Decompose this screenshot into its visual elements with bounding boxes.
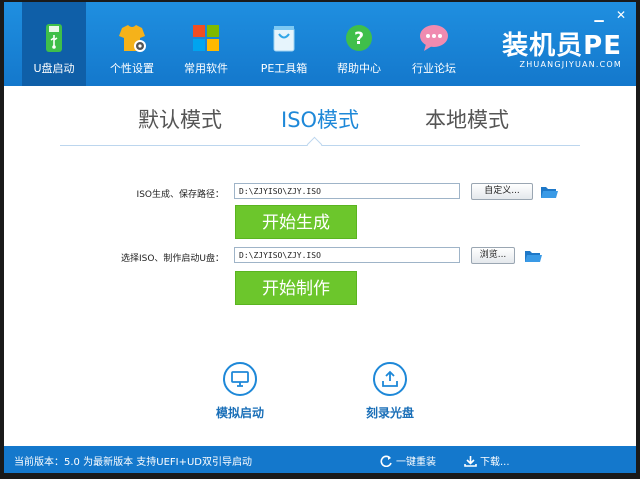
burn-disc-action[interactable]: 刻录光盘 (350, 362, 430, 421)
tab-default-mode[interactable]: 默认模式 (138, 104, 222, 134)
nav-item-pe-toolbox[interactable]: PE工具箱 (252, 2, 316, 86)
nav-item-forum[interactable]: 行业论坛 (402, 2, 466, 86)
simulate-boot-label: 模拟启动 (215, 406, 264, 420)
shopping-bag-icon (268, 22, 300, 54)
monitor-icon (223, 362, 257, 396)
iso-path-label: ISO生成、保存路径： (136, 190, 224, 200)
folder-open-icon[interactable] (524, 248, 542, 262)
mode-tabs: 默认模式 ISO模式 本地模式 (4, 86, 636, 153)
windows-tiles-icon (190, 22, 222, 54)
help-icon: ? (343, 22, 375, 54)
version-status: 当前版本：5.0 为最新版本 支持UEFI+UD双引导启动 (14, 457, 252, 468)
nav-label: 个性设置 (110, 62, 154, 75)
nav-label: 常用软件 (184, 62, 228, 75)
browse-button[interactable]: 浏览... (471, 247, 515, 264)
download-icon (464, 456, 477, 467)
close-button[interactable]: ✕ (614, 8, 628, 22)
status-bar: 当前版本：5.0 为最新版本 支持UEFI+UD双引导启动 一键重装 下载... (4, 446, 636, 473)
simulate-boot-action[interactable]: 模拟启动 (200, 362, 280, 421)
nav-label: 行业论坛 (412, 62, 456, 75)
top-nav-bar: U盘启动 个性设置 常用软件 PE工具箱 ? 帮助中心 行业论坛 ▁ ✕ 装机员… (4, 2, 636, 86)
usb-iso-label: 选择ISO、制作启动U盘： (120, 254, 224, 264)
minimize-button[interactable]: ▁ (592, 8, 606, 22)
one-click-reinstall-link[interactable]: 一键重装 (380, 453, 436, 468)
download-link[interactable]: 下载... (464, 453, 510, 468)
nav-label: 帮助中心 (337, 62, 381, 75)
start-generate-button[interactable]: 开始生成 (235, 205, 357, 239)
nav-label: U盘启动 (33, 62, 75, 75)
usb-iso-path-input[interactable] (234, 247, 460, 263)
start-make-button[interactable]: 开始制作 (235, 271, 357, 305)
active-tab-indicator (306, 136, 323, 153)
nav-item-help-center[interactable]: ? 帮助中心 (327, 2, 391, 86)
tab-local-mode[interactable]: 本地模式 (425, 104, 509, 134)
app-window: U盘启动 个性设置 常用软件 PE工具箱 ? 帮助中心 行业论坛 ▁ ✕ 装机员… (4, 2, 636, 473)
chat-bubble-icon (418, 22, 450, 54)
iso-path-input[interactable] (234, 183, 460, 199)
brand-logo: 装机员PE ZHUANGJIYUAN.COM (502, 32, 622, 69)
custom-path-button[interactable]: 自定义... (471, 183, 533, 200)
nav-label: PE工具箱 (260, 62, 308, 75)
tab-iso-mode[interactable]: ISO模式 (281, 104, 359, 134)
svg-text:?: ? (354, 29, 364, 49)
refresh-icon (380, 455, 392, 468)
nav-item-usb-boot[interactable]: U盘启动 (22, 2, 86, 86)
tshirt-gear-icon (116, 22, 148, 54)
brand-domain: ZHUANGJIYUAN.COM (519, 60, 622, 69)
brand-name: 装机员PE (502, 31, 622, 61)
folder-open-icon[interactable] (540, 184, 558, 198)
nav-item-common-software[interactable]: 常用软件 (174, 2, 238, 86)
burn-disc-label: 刻录光盘 (365, 406, 414, 420)
reinstall-label: 一键重装 (396, 457, 436, 468)
upload-tray-icon (373, 362, 407, 396)
download-label: 下载... (480, 457, 510, 468)
nav-item-personalize[interactable]: 个性设置 (100, 2, 164, 86)
usb-icon (38, 22, 70, 54)
